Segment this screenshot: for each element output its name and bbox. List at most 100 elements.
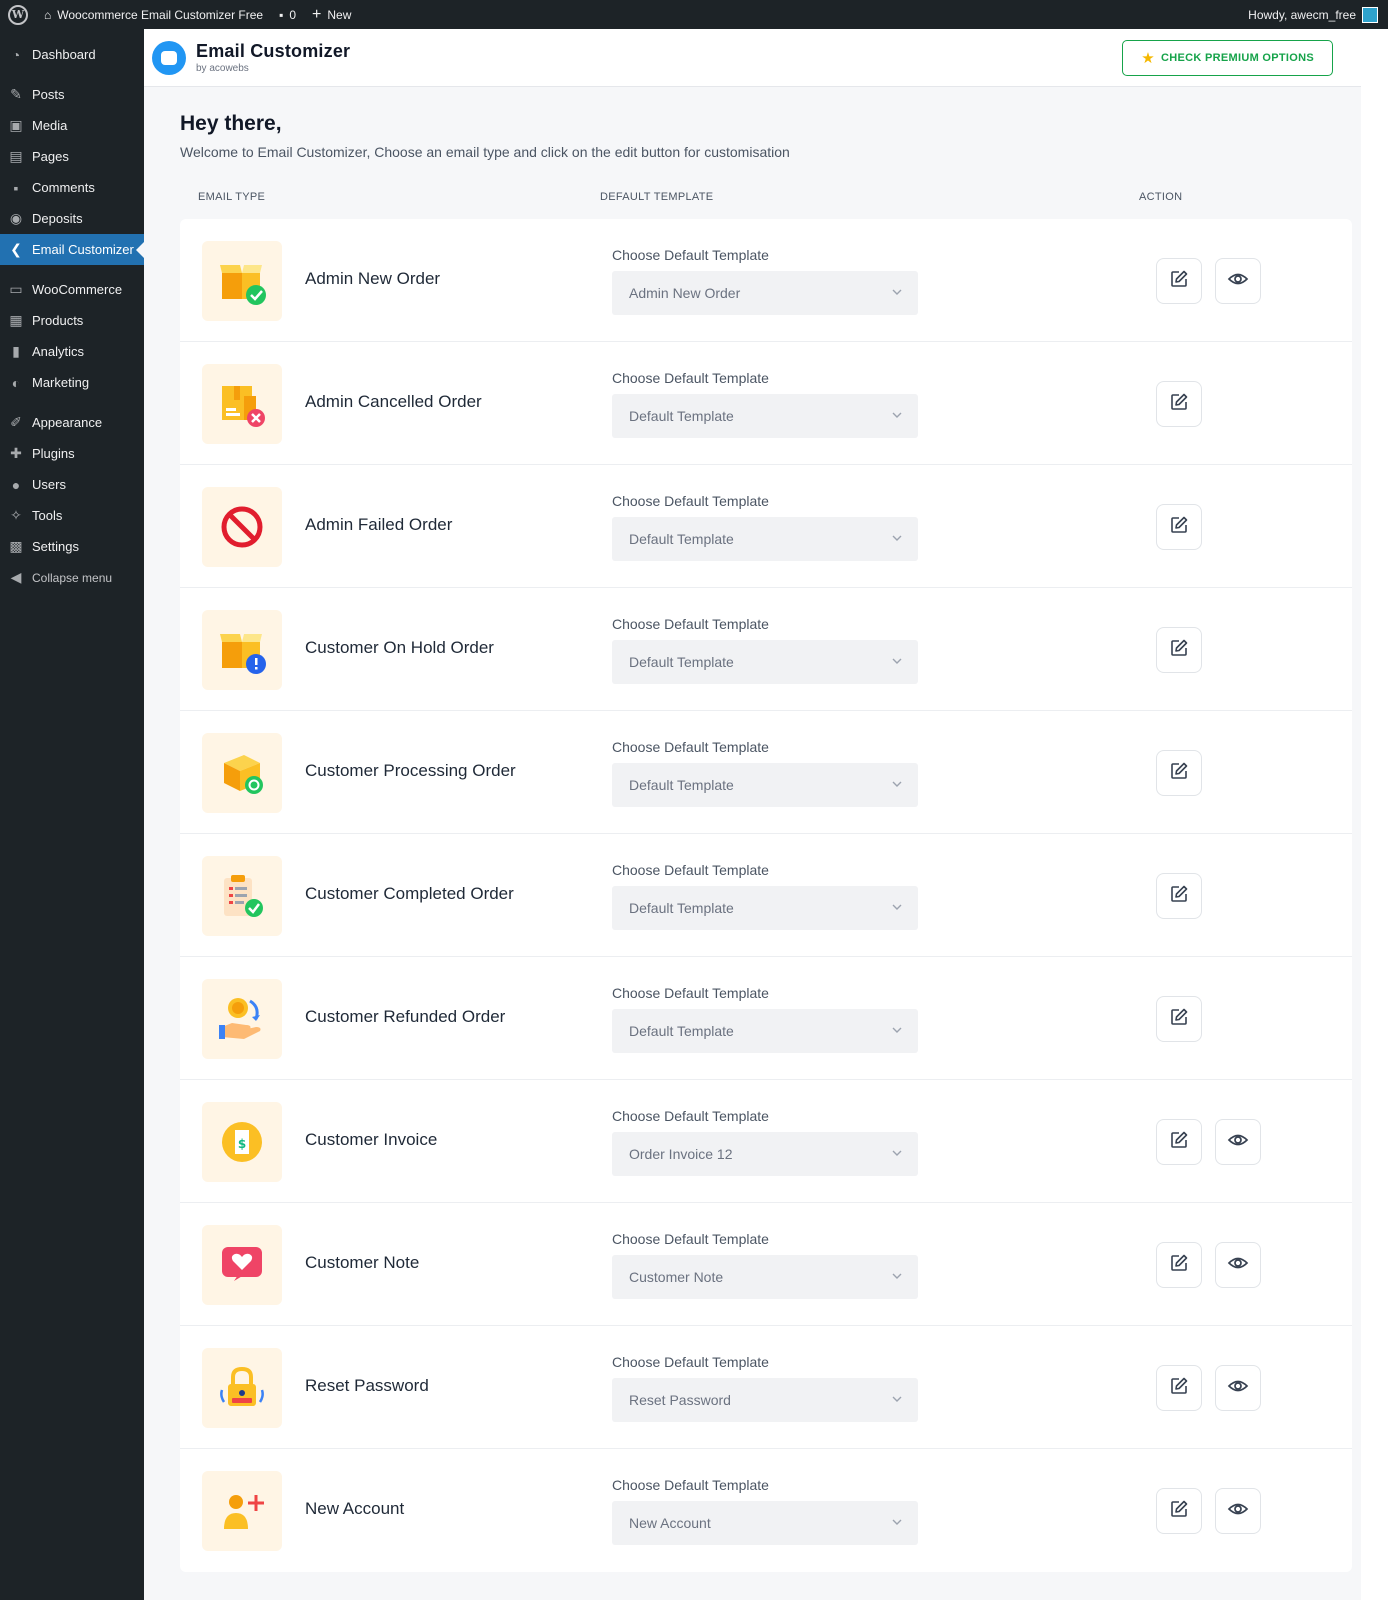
email-type-title: Customer Completed Order [305,884,514,903]
email-type-title: Customer Processing Order [305,761,516,780]
pin-icon: ✎ [10,86,22,102]
howdy-label: Howdy, awecm_free [1248,7,1356,22]
prohibited-icon [202,487,282,567]
template-select[interactable]: Reset Password [612,1378,918,1422]
edit-icon [1169,269,1189,294]
edit-icon [1169,1376,1189,1401]
sidebar-item-plugins[interactable]: ✚ Plugins [0,438,144,469]
template-select[interactable]: Default Template [612,517,918,561]
preview-button[interactable] [1215,1119,1261,1165]
template-select[interactable]: New Account [612,1501,918,1545]
user-icon: ● [11,476,21,493]
check-premium-options-button[interactable]: ★ CHECK PREMIUM OPTIONS [1122,39,1333,76]
template-select[interactable]: Admin New Order [612,271,918,315]
sidebar-item-analytics[interactable]: ▮ Analytics [0,336,144,367]
sidebar-item-label: Products [32,313,84,328]
template-select[interactable]: Order Invoice 12 [612,1132,918,1176]
edit-button[interactable] [1156,258,1202,304]
comments-link[interactable]: ▪ 0 [271,0,304,29]
choose-template-label: Choose Default Template [612,616,769,632]
sidebar-item-label: Users [32,477,66,492]
eye-icon [1227,1498,1249,1525]
sidebar-item-label: Marketing [32,375,90,390]
email-row-customer-processing-order: Customer Processing Order Choose Default … [180,711,1352,834]
plugin-header: Email Customizer by acowebs ★ CHECK PREM… [144,29,1361,87]
sidebar-item-label: Tools [32,508,63,523]
edit-icon [1169,1253,1189,1278]
analytics-icon: ▮ [12,343,20,359]
edit-button[interactable] [1156,627,1202,673]
edit-button[interactable] [1156,750,1202,796]
edit-button[interactable] [1156,873,1202,919]
sidebar-item-settings[interactable]: ▩ Settings [0,531,144,562]
comment-icon: ▪ [13,179,19,196]
template-select-value: Default Template [629,900,734,916]
sidebar-item-label: Pages [32,149,69,164]
template-select-value: Order Invoice 12 [629,1146,733,1162]
edit-icon [1169,1130,1189,1155]
edit-button[interactable] [1156,504,1202,550]
sidebar-item-media[interactable]: ▣ Media [0,110,144,141]
edit-button[interactable] [1156,381,1202,427]
site-name-label: Woocommerce Email Customizer Free [57,7,264,22]
clipboard-check-icon [202,856,282,936]
sidebar-item-marketing[interactable]: ◐ Marketing [0,367,144,398]
email-type-title: Reset Password [305,1376,429,1395]
sidebar-item-tools[interactable]: ✧ Tools [0,500,144,531]
edit-button[interactable] [1156,1242,1202,1288]
template-select[interactable]: Default Template [612,886,918,930]
new-content-link[interactable]: + New [304,0,359,29]
preview-button[interactable] [1215,258,1261,304]
column-header-action: ACTION [1139,191,1183,203]
edit-button[interactable] [1156,996,1202,1042]
choose-template-label: Choose Default Template [612,493,769,509]
sidebar-item-collapse-menu[interactable]: ◀ Collapse menu [0,562,144,593]
template-select[interactable]: Default Template [612,640,918,684]
page-greeting: Hey there, [180,112,282,135]
sidebar-item-email-customizer[interactable]: ❮ Email Customizer [0,234,144,265]
sidebar-item-appearance[interactable]: ✐ Appearance [0,407,144,438]
admin-bar: W ⌂ Woocommerce Email Customizer Free ▪ … [0,0,1388,29]
comment-bubble-icon: ▪ [279,7,284,22]
template-select-value: Default Template [629,531,734,547]
sidebar-item-posts[interactable]: ✎ Posts [0,79,144,110]
edit-button[interactable] [1156,1119,1202,1165]
template-select[interactable]: Default Template [612,1009,918,1053]
preview-button[interactable] [1215,1365,1261,1411]
preview-button[interactable] [1215,1488,1261,1534]
sidebar-item-users[interactable]: ● Users [0,469,144,500]
welcome-text: Welcome to Email Customizer, Choose an e… [180,144,790,160]
template-select[interactable]: Default Template [612,394,918,438]
template-select-value: Default Template [629,654,734,670]
sidebar-item-label: Deposits [32,211,83,226]
heart-note-icon [202,1225,282,1305]
email-type-list: Admin New Order Choose Default Template Ad… [180,219,1352,1572]
products-icon: ▦ [9,312,23,328]
edit-button[interactable] [1156,1488,1202,1534]
sidebar-item-label: Posts [32,87,65,102]
email-row-customer-invoice: $ Customer Invoice Choose Default Template… [180,1080,1352,1203]
box-cancel-icon [202,364,282,444]
sidebar-item-pages[interactable]: ▤ Pages [0,141,144,172]
sidebar-item-products[interactable]: ▦ Products [0,305,144,336]
wordpress-logo-button[interactable]: W [0,0,36,29]
template-select[interactable]: Customer Note [612,1255,918,1299]
column-header-default-template: DEFAULT TEMPLATE [600,191,714,203]
sidebar-item-dashboard[interactable]: ◔ Dashboard [0,39,144,70]
site-name-link[interactable]: ⌂ Woocommerce Email Customizer Free [36,0,271,29]
sidebar-item-comments[interactable]: ▪ Comments [0,172,144,203]
sidebar-item-woocommerce[interactable]: ▭ WooCommerce [0,274,144,305]
plugin-title: Email Customizer [196,41,351,61]
wordpress-icon: W [8,4,28,25]
edit-button[interactable] [1156,1365,1202,1411]
add-user-icon [202,1471,282,1551]
choose-template-label: Choose Default Template [612,1108,769,1124]
plugin-subtitle: by acowebs [196,63,249,74]
preview-button[interactable] [1215,1242,1261,1288]
refund-coin-icon [202,979,282,1059]
account-menu[interactable]: Howdy, awecm_free [1240,0,1388,29]
svg-text:$: $ [238,1137,246,1151]
template-select[interactable]: Default Template [612,763,918,807]
sidebar-item-deposits[interactable]: ◉ Deposits [0,203,144,234]
plus-icon: + [312,5,322,23]
